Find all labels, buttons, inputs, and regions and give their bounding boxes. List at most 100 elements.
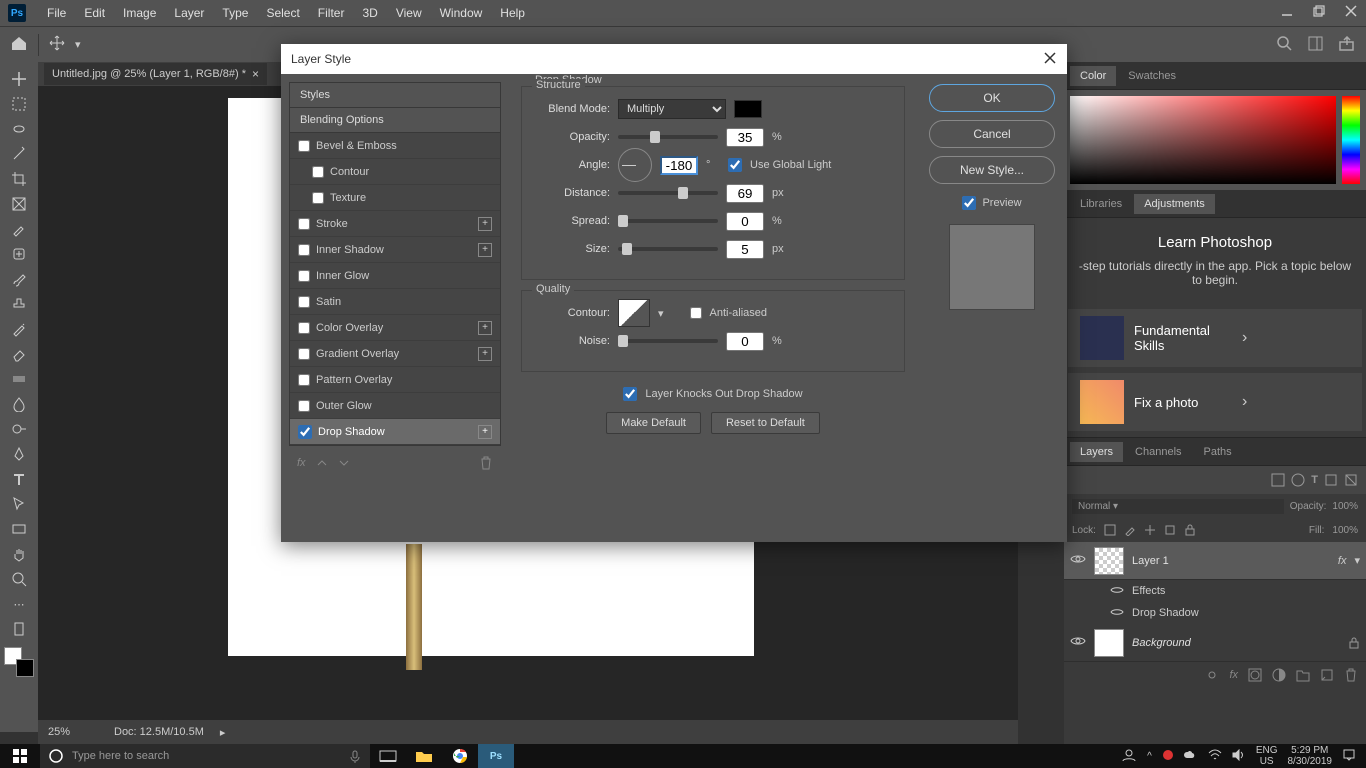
style-drop-shadow[interactable]: Drop Shadow+ (290, 419, 500, 445)
close-icon[interactable] (1043, 51, 1057, 68)
style-inner-glow[interactable]: Inner Glow (290, 263, 500, 289)
menu-window[interactable]: Window (431, 6, 492, 20)
tray-time[interactable]: 5:29 PM (1288, 745, 1333, 756)
chevron-right-icon[interactable]: ▸ (220, 726, 226, 739)
fill-value[interactable]: 100% (1332, 525, 1358, 536)
chevron-down-icon[interactable]: ▾ (75, 38, 81, 51)
image-filter-icon[interactable] (1271, 473, 1285, 487)
tray-date[interactable]: 8/30/2019 (1288, 756, 1333, 767)
task-view-icon[interactable] (370, 744, 406, 768)
learn-item-fixphoto[interactable]: Fix a photo › (1068, 373, 1362, 431)
hand-tool[interactable] (4, 543, 34, 565)
menu-type[interactable]: Type (213, 6, 257, 20)
more-icon[interactable]: ⋯ (4, 593, 34, 615)
shadow-color-swatch[interactable] (734, 100, 762, 118)
path-select-tool[interactable] (4, 493, 34, 515)
contour-picker[interactable] (618, 299, 650, 327)
type-tool[interactable] (4, 468, 34, 490)
style-checkbox[interactable] (298, 400, 310, 412)
chevron-down-icon[interactable]: ▾ (658, 307, 664, 320)
style-checkbox[interactable] (312, 166, 324, 178)
add-effect-icon[interactable]: + (478, 321, 492, 335)
fx-icon[interactable]: fx (297, 457, 306, 469)
style-inner-shadow[interactable]: Inner Shadow+ (290, 237, 500, 263)
up-icon[interactable] (316, 457, 328, 469)
eyedropper-tool[interactable] (4, 218, 34, 240)
layer-row-layer1[interactable]: Layer 1 fx ▾ (1064, 542, 1366, 580)
blend-mode-select[interactable]: Normal ▾ (1072, 499, 1284, 514)
learn-item-fundamentals[interactable]: Fundamental Skills › (1068, 309, 1362, 367)
spread-input[interactable] (726, 212, 764, 231)
frame-tool[interactable] (4, 193, 34, 215)
move-tool[interactable] (4, 68, 34, 90)
global-light-checkbox[interactable] (728, 158, 742, 172)
restore-icon[interactable] (1310, 4, 1328, 18)
mic-icon[interactable] (348, 749, 362, 763)
menu-image[interactable]: Image (114, 6, 165, 20)
group-icon[interactable] (1296, 668, 1310, 682)
noise-slider[interactable] (618, 339, 718, 343)
fx-icon[interactable]: fx (1229, 669, 1238, 681)
make-default-button[interactable]: Make Default (606, 412, 701, 434)
shape-filter-icon[interactable] (1324, 473, 1338, 487)
style-texture[interactable]: Texture (290, 185, 500, 211)
style-checkbox[interactable] (298, 296, 310, 308)
photoshop-taskbar-icon[interactable]: Ps (478, 744, 514, 768)
color-swatches[interactable] (4, 647, 34, 677)
visibility-icon[interactable] (1070, 553, 1086, 568)
dodge-tool[interactable] (4, 418, 34, 440)
knockout-checkbox[interactable] (623, 387, 637, 401)
menu-layer[interactable]: Layer (165, 6, 213, 20)
fx-badge[interactable]: fx (1338, 555, 1347, 567)
ok-button[interactable]: OK (929, 84, 1055, 112)
styles-header[interactable]: Styles (290, 83, 500, 108)
blending-options[interactable]: Blending Options (290, 108, 500, 133)
smart-filter-icon[interactable] (1344, 473, 1358, 487)
menu-edit[interactable]: Edit (75, 6, 114, 20)
volume-icon[interactable] (1232, 749, 1246, 764)
people-icon[interactable] (1121, 748, 1137, 765)
layer-effect-dropshadow[interactable]: Drop Shadow (1064, 602, 1366, 624)
workspace-icon[interactable] (1308, 36, 1323, 54)
spread-slider[interactable] (618, 219, 718, 223)
share-icon[interactable] (1339, 36, 1354, 54)
blur-tool[interactable] (4, 393, 34, 415)
lock-move-icon[interactable] (1144, 524, 1156, 536)
brush-tool[interactable] (4, 268, 34, 290)
trash-icon[interactable] (1344, 668, 1358, 682)
angle-dial[interactable] (618, 148, 652, 182)
opacity-input[interactable] (726, 128, 764, 147)
cancel-button[interactable]: Cancel (929, 120, 1055, 148)
noise-input[interactable] (726, 332, 764, 351)
lock-artboard-icon[interactable] (1164, 524, 1176, 536)
opacity-slider[interactable] (618, 135, 718, 139)
type-filter-icon[interactable]: T (1311, 474, 1318, 486)
lock-brush-icon[interactable] (1124, 524, 1136, 536)
style-bevel[interactable]: Bevel & Emboss (290, 133, 500, 159)
style-checkbox[interactable] (298, 374, 310, 386)
distance-input[interactable] (726, 184, 764, 203)
style-stroke[interactable]: Stroke+ (290, 211, 500, 237)
tab-paths[interactable]: Paths (1194, 442, 1242, 462)
style-checkbox[interactable] (298, 322, 310, 334)
crop-tool[interactable] (4, 168, 34, 190)
wand-tool[interactable] (4, 143, 34, 165)
history-brush-tool[interactable] (4, 318, 34, 340)
blend-mode-select[interactable]: Multiply (618, 99, 726, 119)
menu-view[interactable]: View (387, 6, 431, 20)
onedrive-icon[interactable] (1184, 750, 1198, 763)
lock-all-icon[interactable] (1184, 524, 1196, 536)
style-checkbox[interactable] (298, 270, 310, 282)
tab-channels[interactable]: Channels (1125, 442, 1191, 462)
gradient-tool[interactable] (4, 368, 34, 390)
style-pattern-overlay[interactable]: Pattern Overlay (290, 367, 500, 393)
notifications-icon[interactable] (1342, 748, 1356, 765)
security-icon[interactable] (1162, 749, 1174, 764)
close-icon[interactable] (1342, 4, 1360, 18)
new-style-button[interactable]: New Style... (929, 156, 1055, 184)
taskbar-search[interactable]: Type here to search (40, 744, 370, 768)
style-gradient-overlay[interactable]: Gradient Overlay+ (290, 341, 500, 367)
search-icon[interactable] (1277, 36, 1292, 54)
marquee-tool[interactable] (4, 93, 34, 115)
down-icon[interactable] (338, 457, 350, 469)
